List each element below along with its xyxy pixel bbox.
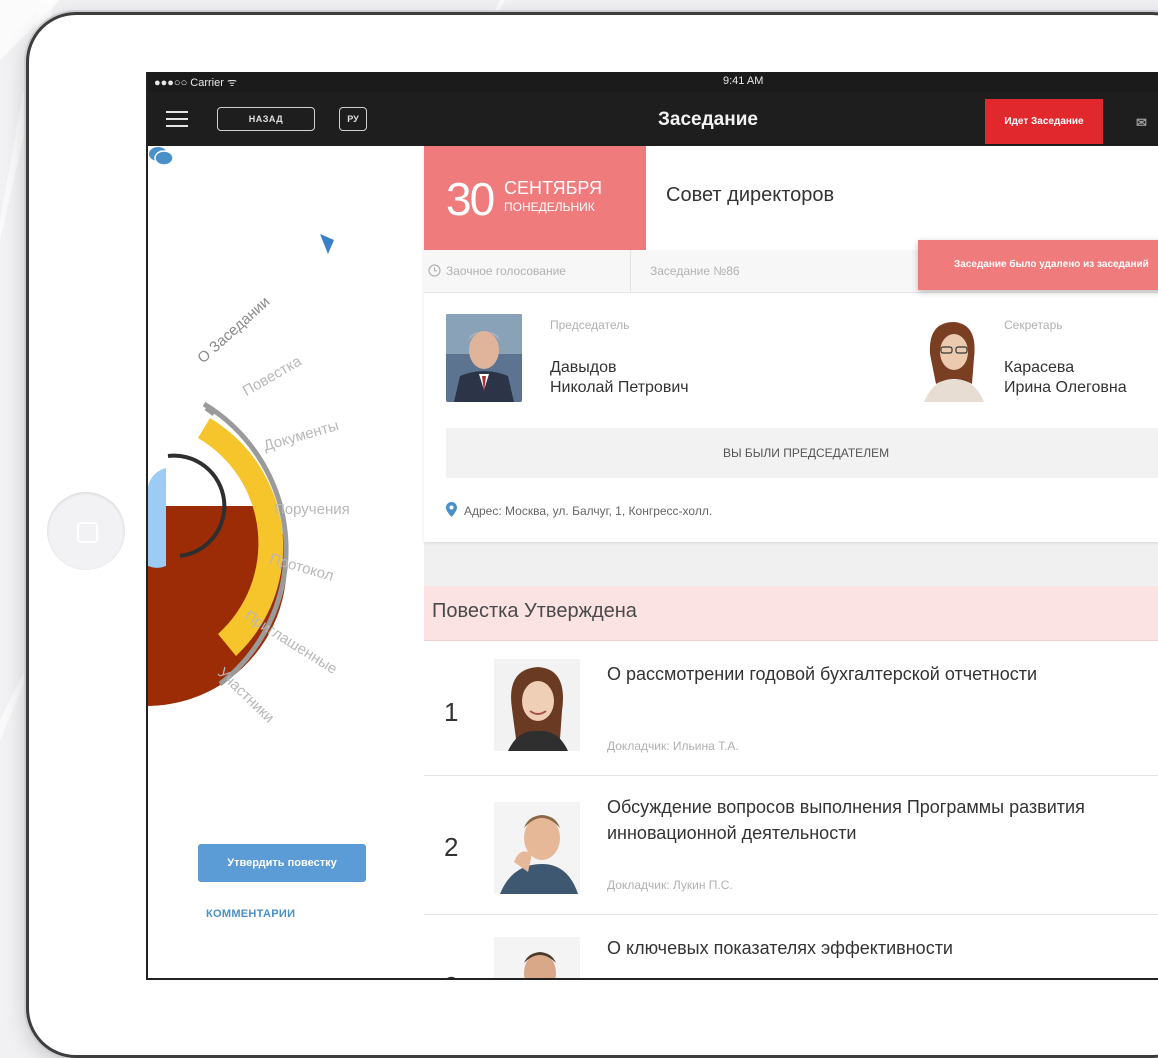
agenda-item[interactable]: 2 Обсуждение вопросов выполнения Програм… <box>424 776 1158 915</box>
speaker-photo <box>494 937 580 978</box>
wheel-segment-lightblue <box>148 468 166 568</box>
agenda-item[interactable]: 3 О ключевых показателях эффективности <box>424 915 1158 978</box>
agenda-header: Повестка Утверждена <box>424 586 1158 641</box>
comments-link[interactable]: КОММЕНТАРИИ <box>206 908 295 920</box>
chairman-status-button[interactable]: ВЫ БЫЛИ ПРЕДСЕДАТЕЛЕМ <box>446 428 1158 478</box>
clock-icon <box>428 264 441 277</box>
carrier-label: ●●●○○ Carrier ᯤ <box>154 77 237 89</box>
date-month: СЕНТЯБРЯ <box>504 178 603 198</box>
notification-toast[interactable]: Заседание было удалено из заседаний <box>918 240 1158 290</box>
chairman-last-name: Давыдов <box>550 359 617 376</box>
date-day: 30 <box>446 173 495 225</box>
chairman-photo <box>446 314 522 402</box>
secretary-last-name: Карасева <box>1004 359 1075 376</box>
secretary-role: Секретарь <box>1004 318 1063 332</box>
meeting-address: Адрес: Москва, ул. Балчуг, 1, Конгресс-х… <box>464 504 713 518</box>
meeting-card: 30 СЕНТЯБРЯ ПОНЕДЕЛЬНИК Совет директоров… <box>424 146 1158 542</box>
page-title: Заседание <box>658 109 758 130</box>
agenda-item-title[interactable]: О рассмотрении годовой бухгалтерской отч… <box>607 661 1158 687</box>
agenda-item-number: 2 <box>444 832 459 862</box>
status-bar: ●●●○○ Carrier ᯤ 9:41 AM <box>148 72 1158 92</box>
location-pin-icon <box>446 502 457 517</box>
agenda-item-title[interactable]: О ключевых показателях эффективности <box>607 935 1158 961</box>
app-screen: ●●●○○ Carrier ᯤ 9:41 AM НАЗАД РУ Заседан… <box>146 72 1158 980</box>
speaker-photo <box>494 802 580 894</box>
agenda-item-title[interactable]: Обсуждение вопросов выполнения Программы… <box>607 794 1158 846</box>
sidebar: О Заседании Повестка Документы Поручения… <box>148 146 424 978</box>
language-button[interactable]: РУ <box>339 107 367 131</box>
back-button[interactable]: НАЗАД <box>217 107 315 131</box>
agenda-item-speaker: Докладчик: Лукин П.С. <box>607 878 733 892</box>
comments-icon[interactable] <box>148 146 174 166</box>
active-indicator-icon <box>320 234 334 254</box>
date-weekday: ПОНЕДЕЛЬНИК <box>504 200 595 214</box>
agenda-item-number: 3 <box>444 971 458 978</box>
chairman-role: Председатель <box>550 318 630 332</box>
approve-agenda-button[interactable]: Утвердить повестку <box>198 844 366 882</box>
meeting-type: Заочное голосование <box>446 264 566 278</box>
agenda-item[interactable]: 1 О рассмотрении годовой бухгалтерской о… <box>424 641 1158 776</box>
menu-icon[interactable] <box>166 111 188 127</box>
secretary-photo <box>914 314 990 402</box>
secretary-first-names: Ирина Олеговна <box>1004 379 1127 396</box>
agenda-item-speaker: Докладчик: Ильина Т.А. <box>607 739 739 753</box>
organization-name: Совет директоров <box>666 184 835 206</box>
navigation-bar: НАЗАД РУ Заседание Идет Заседание ✉ <box>148 92 1158 146</box>
mail-icon[interactable]: ✉ <box>1136 115 1147 131</box>
main-content: 30 СЕНТЯБРЯ ПОНЕДЕЛЬНИК Совет директоров… <box>424 146 1158 978</box>
home-button[interactable] <box>47 492 125 570</box>
date-block: 30 СЕНТЯБРЯ ПОНЕДЕЛЬНИК <box>424 146 646 250</box>
speaker-photo <box>494 659 580 751</box>
meeting-number: Заседание №86 <box>650 264 740 278</box>
sidebar-item-tasks[interactable]: Поручения <box>274 501 350 518</box>
agenda-item-number: 1 <box>444 697 459 727</box>
clock: 9:41 AM <box>723 75 764 87</box>
live-meeting-badge[interactable]: Идет Заседание <box>985 99 1103 144</box>
chairman-first-names: Николай Петрович <box>550 379 689 396</box>
agenda-status: Повестка Утверждена <box>432 600 637 622</box>
